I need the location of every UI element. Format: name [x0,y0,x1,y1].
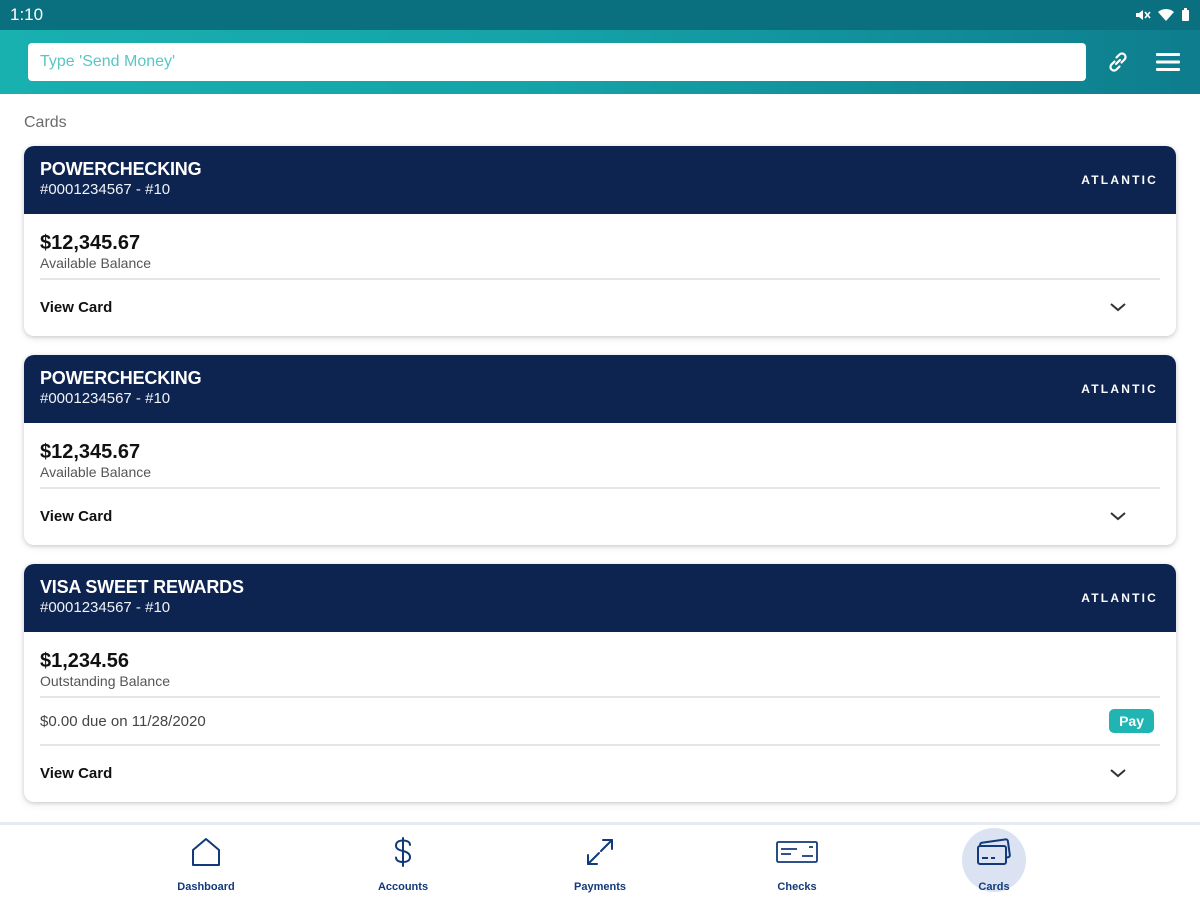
nav-dashboard[interactable]: Dashboard [156,832,256,896]
payment-due-row: $0.00 due on 11/28/2020 Pay [40,698,1160,746]
search-input[interactable] [28,43,1086,81]
nav-checks[interactable]: Checks [747,832,847,896]
check-icon [776,841,818,863]
view-card-toggle[interactable]: View Card [40,746,1160,800]
card-number: #0001234567 - #10 [40,390,171,407]
payment-due-text: $0.00 due on 11/28/2020 [40,712,206,730]
balance-amount: $12,345.67 [40,441,141,463]
card-header: POWERCHECKING #0001234567 - #10 ATLANTIC [24,146,1176,214]
nav-accounts[interactable]: Accounts [353,832,453,896]
pay-button[interactable]: Pay [1109,709,1154,733]
card-visa-sweet-rewards: VISA SWEET REWARDS #0001234567 - #10 ATL… [24,564,1176,802]
bank-logo: ATLANTIC [1081,173,1158,187]
menu-button[interactable] [1150,44,1186,80]
chevron-down-icon [1110,769,1126,778]
home-icon [192,838,220,866]
card-name: VISA SWEET REWARDS [40,577,244,597]
status-time: 1:10 [10,5,44,24]
chevron-down-icon [1110,303,1126,312]
bank-logo: ATLANTIC [1081,591,1158,605]
card-name: POWERCHECKING [40,368,202,388]
nav-label: Dashboard [177,881,235,893]
link-button[interactable] [1100,44,1136,80]
nav-label: Accounts [377,881,429,893]
nav-label: Payments [574,881,626,893]
card-powerchecking-1: POWERCHECKING #0001234567 - #10 ATLANTIC… [24,146,1176,336]
wifi-icon [1158,8,1174,21]
view-card-label: View Card [40,764,113,782]
balance-block: $12,345.67 Available Balance [40,214,1160,280]
balance-amount: $12,345.67 [40,232,141,254]
battery-icon [1182,8,1189,21]
dollar-icon [394,837,412,867]
mute-icon [1136,10,1151,20]
chevron-down-icon [1110,512,1126,521]
balance-label: Available Balance [40,464,152,480]
credit-card-icon [977,838,1011,865]
balance-block: $12,345.67 Available Balance [40,423,1160,489]
view-card-label: View Card [40,298,113,316]
status-icons [1135,8,1190,22]
view-card-toggle[interactable]: View Card [40,489,1160,543]
card-name: POWERCHECKING [40,159,202,179]
nav-label: Checks [777,881,817,893]
transfer-arrows-icon [587,839,613,865]
card-powerchecking-2: POWERCHECKING #0001234567 - #10 ATLANTIC… [24,355,1176,545]
card-number: #0001234567 - #10 [40,181,171,198]
nav-payments[interactable]: Payments [550,832,650,896]
section-title: Cards [24,114,67,131]
balance-amount: $1,234.56 [40,650,129,672]
balance-block: $1,234.56 Outstanding Balance [40,632,1160,698]
link-icon [1109,52,1127,72]
view-card-toggle[interactable]: View Card [40,280,1160,334]
view-card-label: View Card [40,507,113,525]
balance-label: Outstanding Balance [40,673,170,689]
nav-label: Cards [978,881,1010,893]
hamburger-menu-icon [1156,53,1180,71]
app-header [0,30,1200,94]
nav-cards[interactable]: Cards [944,832,1044,896]
status-bar: 1:10 [0,0,1200,30]
balance-label: Available Balance [40,255,152,271]
card-header: VISA SWEET REWARDS #0001234567 - #10 ATL… [24,564,1176,632]
card-header: POWERCHECKING #0001234567 - #10 ATLANTIC [24,355,1176,423]
bank-logo: ATLANTIC [1081,382,1158,396]
card-number: #0001234567 - #10 [40,599,171,616]
